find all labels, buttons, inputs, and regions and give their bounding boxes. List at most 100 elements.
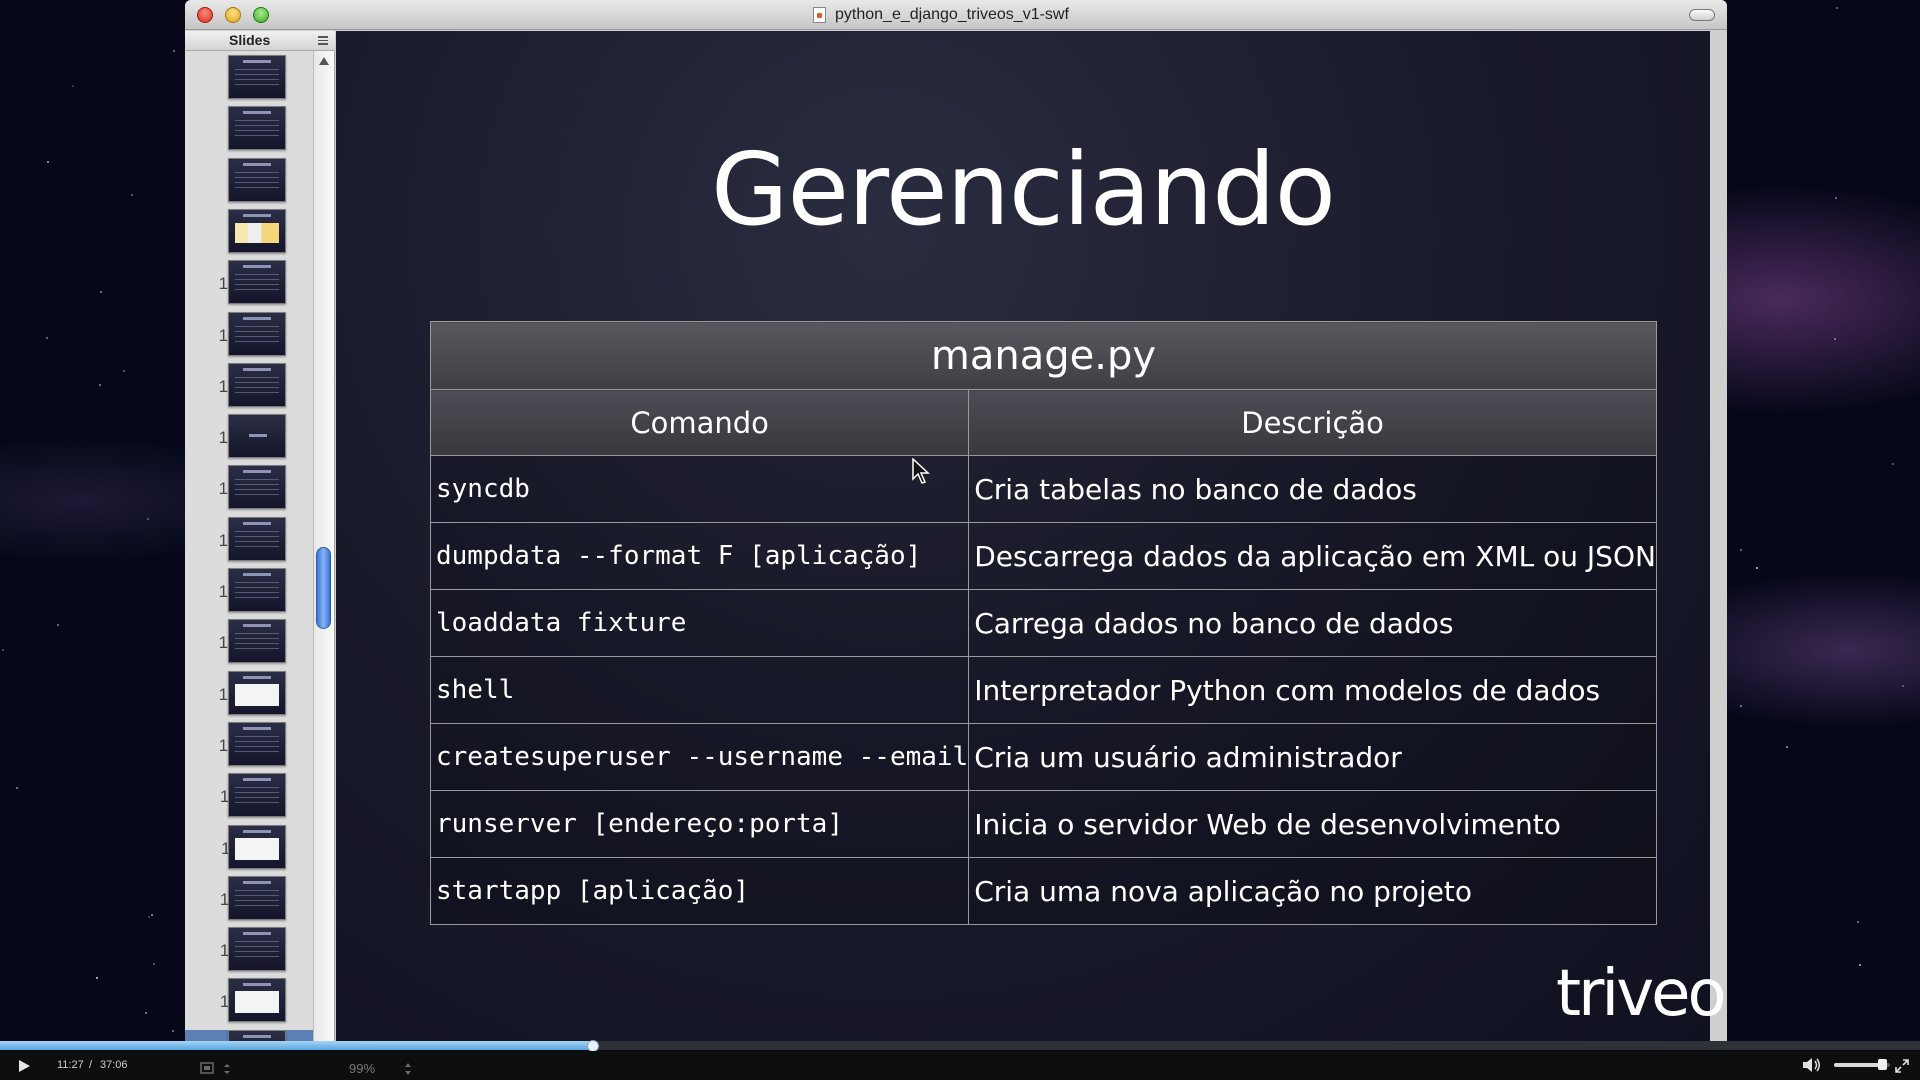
slide-thumbnail[interactable] bbox=[228, 209, 286, 253]
slide-thumbnail[interactable] bbox=[228, 312, 286, 356]
slide-thumbnail[interactable] bbox=[228, 978, 286, 1022]
volume-fill bbox=[1834, 1063, 1882, 1067]
table-row: createsuperuser --username --email Cria u… bbox=[429, 723, 1657, 791]
star-decoration bbox=[71, 85, 74, 88]
logo-text: triveos bbox=[1556, 957, 1727, 1031]
table-row: dumpdata --format F [aplicação] Descarreg… bbox=[429, 522, 1657, 590]
commands-table: manage.py Comando Descrição syncdb Cria t… bbox=[429, 321, 1657, 925]
star-decoration bbox=[171, 1030, 174, 1033]
slide-thumbnail[interactable] bbox=[228, 106, 286, 150]
document-icon bbox=[813, 7, 826, 23]
slide-thumbnail-item[interactable]: 114 bbox=[185, 978, 313, 1029]
play-icon[interactable] bbox=[19, 1060, 30, 1072]
current-time: 11:27 bbox=[57, 1059, 84, 1071]
star-decoration bbox=[46, 160, 49, 163]
view-mode-icon[interactable] bbox=[200, 1062, 240, 1076]
star-decoration bbox=[1892, 463, 1895, 466]
volume-handle[interactable] bbox=[1878, 1059, 1887, 1070]
description-cell: Interpretador Python com modelos de dado… bbox=[968, 656, 1657, 724]
volume-icon[interactable] bbox=[1802, 1056, 1822, 1074]
star-decoration bbox=[152, 963, 155, 966]
command-cell: syncdb bbox=[429, 455, 970, 523]
slide-thumbnail-item[interactable]: 102 bbox=[185, 363, 313, 414]
slide-thumbnail-item[interactable]: 100 bbox=[185, 260, 313, 311]
table-row: runserver [endereço:porta] Inicia o servi… bbox=[429, 790, 1657, 858]
close-window-button[interactable] bbox=[197, 7, 213, 23]
slide-thumbnail[interactable] bbox=[228, 158, 286, 202]
progress-fill bbox=[0, 1041, 593, 1050]
slide-thumbnail-item[interactable]: 105 bbox=[185, 517, 313, 568]
slide-thumbnail-item[interactable]: 98 bbox=[185, 158, 313, 209]
slide-thumbnail-item[interactable]: 97 bbox=[185, 106, 313, 157]
column-header-description: Descrição bbox=[968, 389, 1657, 456]
slide-thumbnail[interactable] bbox=[228, 568, 286, 612]
toolbar-toggle-button[interactable] bbox=[1689, 9, 1715, 21]
star-decoration bbox=[46, 336, 49, 339]
column-header-command: Comando bbox=[429, 389, 970, 456]
scroll-up-arrow-icon[interactable] bbox=[319, 57, 329, 65]
slide-thumbnail[interactable] bbox=[228, 414, 286, 458]
star-decoration bbox=[99, 290, 102, 293]
slide-thumbnail-item[interactable]: 112 bbox=[185, 876, 313, 927]
title-bar[interactable]: python_e_django_triveos_v1-swf bbox=[185, 0, 1727, 30]
star-decoration bbox=[1834, 196, 1837, 199]
description-cell: Descarrega dados da aplicação em XML ou … bbox=[968, 522, 1657, 590]
slide-thumbnail-item[interactable]: 104 bbox=[185, 465, 313, 516]
slide-thumbnail-item[interactable]: 107 bbox=[185, 619, 313, 670]
slide-thumbnail-item[interactable]: 106 bbox=[185, 568, 313, 619]
slide-thumbnail[interactable] bbox=[228, 363, 286, 407]
slide-thumbnail-item[interactable]: 110 bbox=[185, 773, 313, 824]
slide-thumbnail-item[interactable]: 108 bbox=[185, 671, 313, 722]
slide-thumbnail-item[interactable]: 101 bbox=[185, 312, 313, 363]
table-caption: manage.py bbox=[430, 321, 1657, 390]
command-cell: dumpdata --format F [aplicação] bbox=[429, 522, 970, 590]
star-decoration bbox=[1739, 549, 1742, 552]
star-decoration bbox=[1856, 921, 1859, 924]
slide-thumbnail-item[interactable]: 113 bbox=[185, 927, 313, 978]
slide-thumbnail[interactable] bbox=[228, 260, 286, 304]
time-separator: / bbox=[89, 1059, 93, 1071]
table-body: syncdb Cria tabelas no banco de dados dump… bbox=[429, 455, 1657, 925]
slide-thumbnail-item[interactable]: 96 bbox=[185, 55, 313, 106]
star-decoration bbox=[123, 369, 126, 372]
command-cell: loaddata fixture bbox=[429, 589, 970, 657]
slide-thumbnail[interactable] bbox=[228, 671, 286, 715]
command-cell: startapp [aplicação] bbox=[429, 857, 970, 925]
star-decoration bbox=[56, 624, 59, 627]
slide-thumbnail[interactable] bbox=[228, 773, 286, 817]
scrollbar-thumb[interactable] bbox=[316, 547, 331, 629]
sidebar-header: Slides bbox=[185, 31, 335, 51]
star-decoration bbox=[144, 1011, 147, 1014]
slide-thumbnail-item[interactable]: 103 bbox=[185, 414, 313, 465]
zoom-window-button[interactable] bbox=[253, 7, 269, 23]
star-decoration bbox=[1740, 705, 1743, 708]
sidebar-menu-icon[interactable] bbox=[318, 36, 328, 45]
fullscreen-icon[interactable] bbox=[1894, 1058, 1910, 1074]
star-decoration bbox=[96, 976, 99, 979]
slide-thumbnail[interactable] bbox=[228, 722, 286, 766]
zoom-stepper-icon[interactable] bbox=[404, 1062, 412, 1076]
slide-thumbnail[interactable] bbox=[228, 517, 286, 561]
slide-thumbnail[interactable] bbox=[228, 825, 286, 869]
star-decoration bbox=[1836, 7, 1839, 10]
star-decoration bbox=[1833, 337, 1836, 340]
star-decoration bbox=[150, 914, 153, 917]
slide-thumbnail[interactable] bbox=[228, 465, 286, 509]
slide-thumbnail-item[interactable]: 109 bbox=[185, 722, 313, 773]
slide-thumbnail[interactable] bbox=[228, 876, 286, 920]
total-time: 37:06 bbox=[100, 1059, 128, 1071]
star-decoration bbox=[173, 49, 176, 52]
slide-thumbnail-item[interactable]: 99 bbox=[185, 209, 313, 260]
slide-thumbnail[interactable] bbox=[228, 55, 286, 99]
slide-thumbnail[interactable] bbox=[228, 927, 286, 971]
slide-thumbnail[interactable] bbox=[228, 619, 286, 663]
star-decoration bbox=[1859, 963, 1862, 966]
description-cell: Cria um usuário administrador bbox=[968, 723, 1657, 791]
zoom-level[interactable]: 99% bbox=[349, 1061, 375, 1076]
command-cell: createsuperuser --username --email bbox=[429, 723, 970, 791]
minimize-window-button[interactable] bbox=[225, 7, 241, 23]
slide-thumbnail-item[interactable]: 111 bbox=[185, 825, 313, 876]
slides-sidebar: Slides 969798991001011021031041051061071… bbox=[185, 31, 335, 1042]
sidebar-scrollbar[interactable] bbox=[313, 51, 334, 1042]
description-cell: Cria tabelas no banco de dados bbox=[968, 455, 1657, 523]
